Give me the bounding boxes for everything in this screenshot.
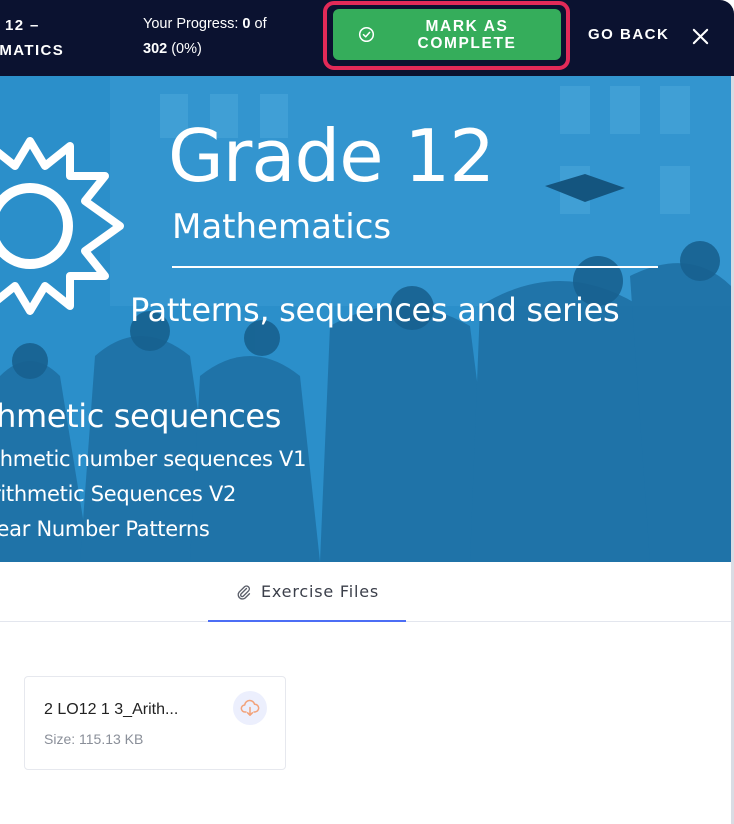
banner-grade-title: Grade 12 bbox=[168, 114, 495, 198]
top-bar: E 12 – EMATICS Your Progress: 0 of302 (0… bbox=[0, 0, 734, 76]
progress-indicator: Your Progress: 0 of 302 (0%) bbox=[143, 12, 308, 62]
paperclip-icon bbox=[237, 584, 251, 600]
banner-lesson-item: rithmetic number sequences V1 bbox=[0, 447, 307, 471]
file-name: 2 LO12 1 3_Arith... bbox=[44, 701, 179, 718]
sun-logo-icon bbox=[0, 137, 124, 315]
course-title: E 12 – EMATICS bbox=[0, 17, 65, 59]
tab-exercise-files-label: Exercise Files bbox=[261, 581, 379, 601]
progress-total: 302 bbox=[143, 41, 168, 57]
file-card: 2 LO12 1 3_Arith... Size: 115.13 KB bbox=[24, 676, 286, 770]
progress-label: Your Progress: bbox=[143, 16, 243, 32]
go-back-button[interactable]: GO BACK bbox=[588, 26, 669, 43]
tab-exercise-files[interactable]: Exercise Files bbox=[208, 562, 406, 622]
banner-lesson-item: Arithmetic Sequences V2 bbox=[0, 482, 237, 506]
content-tabs: Exercise Files bbox=[0, 562, 731, 622]
banner-divider bbox=[172, 266, 658, 268]
close-icon[interactable] bbox=[691, 27, 710, 46]
progress-of: of bbox=[250, 16, 267, 32]
progress-percent: (0%) bbox=[167, 41, 202, 57]
banner-section-heading: thmetic sequences bbox=[0, 397, 281, 435]
banner-lesson-list: rithmetic number sequences V1 Arithmetic… bbox=[0, 442, 306, 547]
download-button[interactable] bbox=[233, 691, 267, 725]
file-size: Size: 115.13 KB bbox=[44, 731, 144, 747]
course-banner: Grade 12 Mathematics Patterns, sequences… bbox=[0, 76, 731, 562]
banner-lesson-item: inear Number Patterns bbox=[0, 517, 210, 541]
mark-as-complete-label: MARK AS COMPLETE bbox=[417, 17, 517, 52]
banner-topic: Patterns, sequences and series bbox=[130, 291, 620, 329]
mark-as-complete-button[interactable]: MARK AS COMPLETE bbox=[333, 9, 561, 60]
cloud-download-icon bbox=[240, 699, 260, 716]
check-circle-icon bbox=[358, 26, 375, 43]
banner-subject: Mathematics bbox=[172, 207, 392, 247]
